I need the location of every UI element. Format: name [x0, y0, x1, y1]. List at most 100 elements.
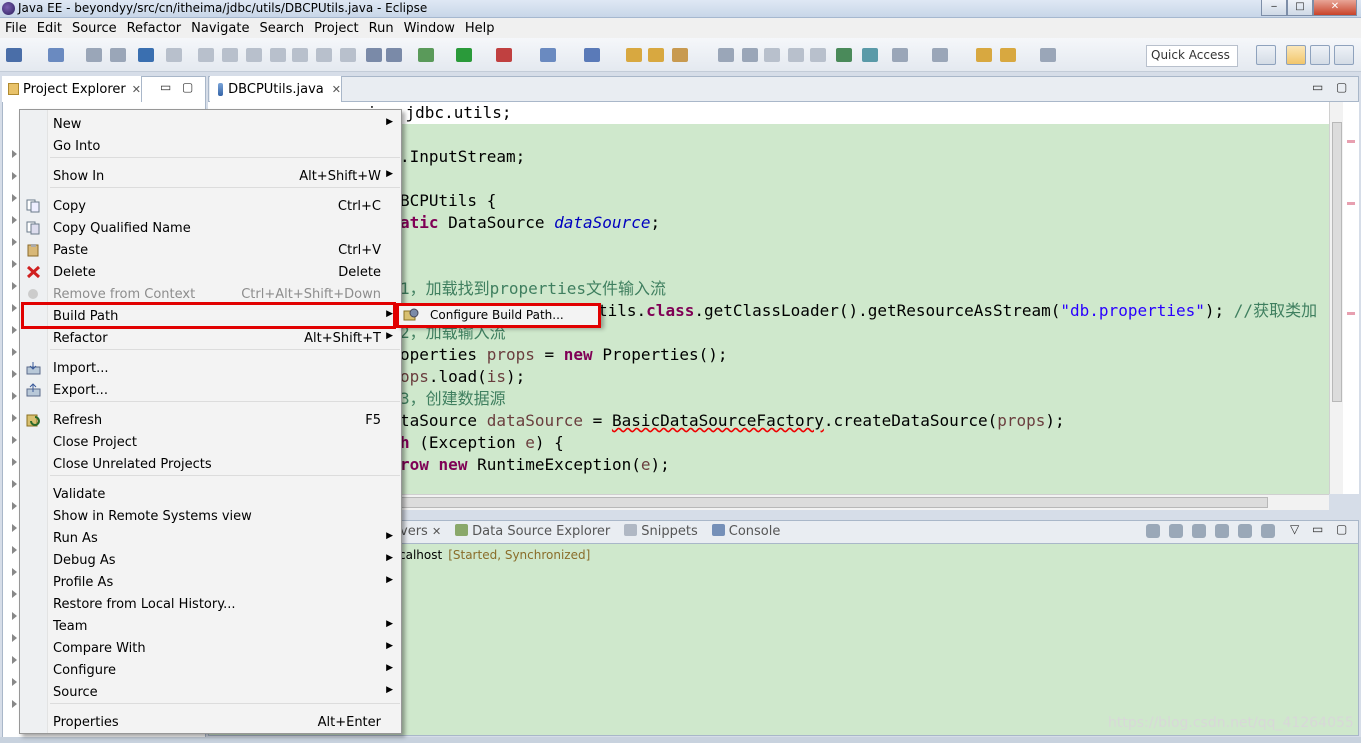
menu-window[interactable]: Window [399, 21, 460, 36]
toolbar-icon[interactable] [764, 48, 780, 62]
toolbar-icon[interactable] [1040, 48, 1056, 62]
close-tab-icon[interactable]: ✕ [432, 525, 441, 538]
toolbar-icon[interactable] [626, 48, 642, 62]
tab-console[interactable]: Console [711, 524, 780, 539]
tab-snippets[interactable]: Snippets [624, 524, 698, 539]
menu-item-delete[interactable]: Delete Delete [20, 261, 401, 283]
tab-data-source-explorer[interactable]: Data Source Explorer [455, 524, 610, 539]
toolbar-icon[interactable] [366, 48, 382, 62]
toolbar-icon[interactable] [788, 48, 804, 62]
tree-expand-icon[interactable] [12, 700, 18, 708]
toolbar-icon[interactable] [198, 48, 214, 62]
menu-project[interactable]: Project [309, 21, 363, 36]
minimize-button[interactable]: ‒ [1261, 0, 1287, 16]
toolbar-icon[interactable] [340, 48, 356, 62]
toolbar-icon[interactable] [418, 48, 434, 62]
tree-expand-icon[interactable] [12, 436, 18, 444]
tree-expand-icon[interactable] [12, 458, 18, 466]
menu-item-restore-from-local-history[interactable]: Restore from Local History... [20, 593, 401, 615]
menu-item-refresh[interactable]: Refresh F5 [20, 409, 401, 431]
tree-expand-icon[interactable] [12, 502, 18, 510]
close-button[interactable]: ✕ [1313, 0, 1357, 16]
menu-item-close-project[interactable]: Close Project [20, 431, 401, 453]
menu-edit[interactable]: Edit [32, 21, 67, 36]
close-tab-icon[interactable]: ✕ [332, 83, 341, 96]
editor-vertical-scrollbar[interactable] [1329, 102, 1343, 494]
tree-expand-icon[interactable] [12, 348, 18, 356]
tab-dbcputils-java[interactable]: DBCPUtils.java ✕ [210, 76, 342, 102]
maximize-view-icon[interactable]: ▢ [182, 80, 193, 94]
open-perspective-icon[interactable] [1256, 45, 1276, 65]
tree-expand-icon[interactable] [12, 612, 18, 620]
toolbar-icon[interactable] [456, 48, 472, 62]
toolbar-icon[interactable] [648, 48, 664, 62]
toolbar-icon[interactable] [1000, 48, 1016, 62]
toolbar-icon[interactable] [976, 48, 992, 62]
toolbar-icon[interactable] [6, 48, 22, 62]
close-tab-icon[interactable]: ✕ [132, 83, 141, 96]
collapse-icon[interactable] [1146, 524, 1160, 538]
java-perspective-icon[interactable] [1334, 45, 1354, 65]
menu-item-properties[interactable]: Properties Alt+Enter [20, 711, 401, 733]
debug-server-icon[interactable] [1169, 524, 1183, 538]
tree-expand-icon[interactable] [12, 238, 18, 246]
toolbar-icon[interactable] [540, 48, 556, 62]
tree-expand-icon[interactable] [12, 480, 18, 488]
stop-server-icon[interactable] [1238, 524, 1252, 538]
menu-navigate[interactable]: Navigate [186, 21, 254, 36]
menu-run[interactable]: Run [364, 21, 399, 36]
menu-search[interactable]: Search [254, 21, 309, 36]
publish-icon[interactable] [1261, 524, 1275, 538]
tree-expand-icon[interactable] [12, 172, 18, 180]
tree-expand-icon[interactable] [12, 392, 18, 400]
menu-item-show-in-remote-systems-view[interactable]: Show in Remote Systems view [20, 505, 401, 527]
toolbar-icon[interactable] [672, 48, 688, 62]
quick-access-input[interactable]: Quick Access [1146, 45, 1238, 67]
tree-expand-icon[interactable] [12, 524, 18, 532]
toolbar-icon[interactable] [270, 48, 286, 62]
tab-servers[interactable]: vers ✕ [400, 524, 441, 539]
tree-expand-icon[interactable] [12, 194, 18, 202]
toolbar-icon[interactable] [584, 48, 600, 62]
start-server-icon[interactable] [1192, 524, 1206, 538]
toolbar-icon[interactable] [48, 48, 64, 62]
tree-expand-icon[interactable] [12, 150, 18, 158]
menu-item-new[interactable]: New ▶ [20, 113, 401, 135]
tree-expand-icon[interactable] [12, 568, 18, 576]
menu-item-profile-as[interactable]: Profile As ▶ [20, 571, 401, 593]
tree-expand-icon[interactable] [12, 678, 18, 686]
tree-expand-icon[interactable] [12, 370, 18, 378]
menu-source[interactable]: Source [67, 21, 122, 36]
tree-expand-icon[interactable] [12, 260, 18, 268]
tree-expand-icon[interactable] [12, 656, 18, 664]
tree-expand-icon[interactable] [12, 414, 18, 422]
toolbar-icon[interactable] [932, 48, 948, 62]
minimize-view-icon[interactable]: ▭ [160, 80, 171, 94]
profile-server-icon[interactable] [1215, 524, 1229, 538]
toolbar-icon[interactable] [386, 48, 402, 62]
menu-item-show-in[interactable]: Show In Alt+Shift+W ▶ [20, 165, 401, 187]
minimize-view-icon[interactable]: ▭ [1312, 522, 1323, 536]
menu-item-configure[interactable]: Configure ▶ [20, 659, 401, 681]
toolbar-icon[interactable] [166, 48, 182, 62]
toolbar-icon[interactable] [246, 48, 262, 62]
menu-item-team[interactable]: Team ▶ [20, 615, 401, 637]
toolbar-icon[interactable] [222, 48, 238, 62]
menu-item-paste[interactable]: Paste Ctrl+V [20, 239, 401, 261]
tree-expand-icon[interactable] [12, 634, 18, 642]
menu-file[interactable]: File [0, 21, 32, 36]
tree-expand-icon[interactable] [12, 546, 18, 554]
maximize-editor-icon[interactable]: ▢ [1336, 80, 1347, 94]
toolbar-icon[interactable] [892, 48, 908, 62]
toolbar-icon[interactable] [496, 48, 512, 62]
menu-item-export[interactable]: Export... [20, 379, 401, 401]
menu-item-copy-qualified-name[interactable]: Copy Qualified Name [20, 217, 401, 239]
toolbar-icon[interactable] [316, 48, 332, 62]
toolbar-icon[interactable] [138, 48, 154, 62]
menu-item-debug-as[interactable]: Debug As ▶ [20, 549, 401, 571]
toolbar-icon[interactable] [862, 48, 878, 62]
maximize-button[interactable]: □ [1287, 0, 1313, 16]
toolbar-icon[interactable] [742, 48, 758, 62]
java-ee-perspective-icon[interactable] [1286, 45, 1306, 65]
menu-item-run-as[interactable]: Run As ▶ [20, 527, 401, 549]
